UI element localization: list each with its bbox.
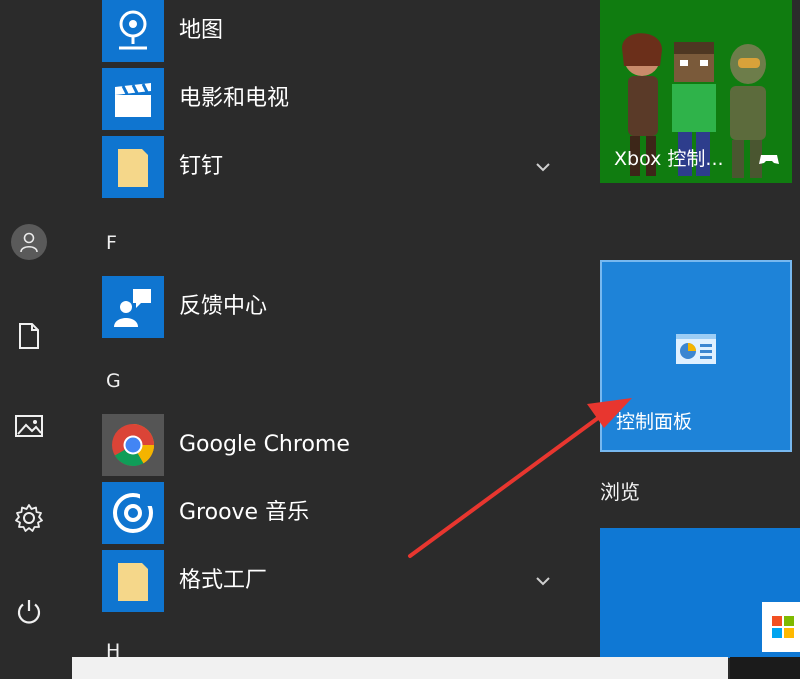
tile-xbox-console[interactable]: Xbox 控制...	[600, 0, 792, 183]
taskbar-area	[730, 657, 800, 679]
feedback-person-icon	[114, 289, 151, 327]
tile-group-label[interactable]: 浏览	[600, 476, 640, 505]
xbox-controller-icon	[759, 155, 779, 164]
left-rail	[0, 0, 58, 679]
folder-icon	[118, 149, 148, 187]
app-google-chrome[interactable]: Google Chrome	[102, 414, 572, 476]
documents-button[interactable]	[0, 310, 58, 362]
clapperboard-icon	[115, 83, 151, 117]
app-format-factory-folder[interactable]: 格式工厂	[102, 550, 572, 612]
power-icon	[17, 600, 41, 624]
dingtalk-tile	[102, 136, 164, 198]
letter-header-f[interactable]: F	[106, 232, 117, 254]
app-label-movies-tv: 电影和电视	[179, 86, 290, 111]
feedback-tile	[102, 276, 164, 338]
app-label-dingtalk: 钉钉	[179, 154, 224, 179]
groove-disc-icon	[113, 492, 153, 533]
pictures-icon	[15, 415, 43, 437]
app-label-groove: Groove 音乐	[179, 500, 310, 525]
tile-control-panel[interactable]: 控制面板	[600, 260, 792, 452]
app-label-maps: 地图	[179, 18, 224, 43]
user-icon	[20, 232, 38, 253]
microsoft-logo-icon	[772, 616, 794, 638]
app-list: 地图 电影和电视 钉钉 F 反馈中心 G Google Chrome Groov…	[58, 0, 578, 679]
app-label-chrome: Google Chrome	[179, 432, 350, 457]
app-feedback-hub[interactable]: 反馈中心	[102, 276, 572, 338]
chrome-tile	[102, 414, 164, 476]
power-button[interactable]	[0, 586, 58, 638]
app-dingtalk-folder[interactable]: 钉钉	[102, 136, 572, 198]
maps-pin-icon	[119, 10, 147, 50]
settings-icon	[15, 504, 43, 532]
pictures-button[interactable]	[0, 400, 58, 452]
app-maps[interactable]: 地图	[102, 0, 572, 62]
tile-label-control-panel: 控制面板	[616, 411, 693, 433]
chevron-down-icon[interactable]	[534, 158, 552, 176]
chevron-down-icon[interactable]	[534, 572, 552, 590]
tile-microsoft-store[interactable]	[600, 528, 800, 658]
app-movies-tv[interactable]: 电影和电视	[102, 68, 572, 130]
groove-tile	[102, 482, 164, 544]
app-label-feedback: 反馈中心	[179, 294, 268, 319]
tile-label-xbox: Xbox 控制...	[614, 148, 724, 170]
settings-button[interactable]	[0, 492, 58, 544]
format-factory-tile	[102, 550, 164, 612]
control-panel-icon	[676, 334, 716, 364]
app-label-format-factory: 格式工厂	[179, 568, 268, 593]
folder-icon	[118, 563, 148, 601]
taskbar-search-box[interactable]	[72, 657, 728, 679]
avatar	[11, 224, 47, 260]
account-button[interactable]	[0, 216, 58, 268]
chrome-icon	[112, 424, 154, 467]
document-icon	[19, 323, 39, 349]
tiles-area: Xbox 控制... 控制面板 浏览	[578, 0, 800, 679]
maps-tile	[102, 0, 164, 62]
movies-tile	[102, 68, 164, 130]
store-bag-icon	[762, 602, 800, 652]
app-groove-music[interactable]: Groove 音乐	[102, 482, 572, 544]
letter-header-g[interactable]: G	[106, 370, 121, 392]
